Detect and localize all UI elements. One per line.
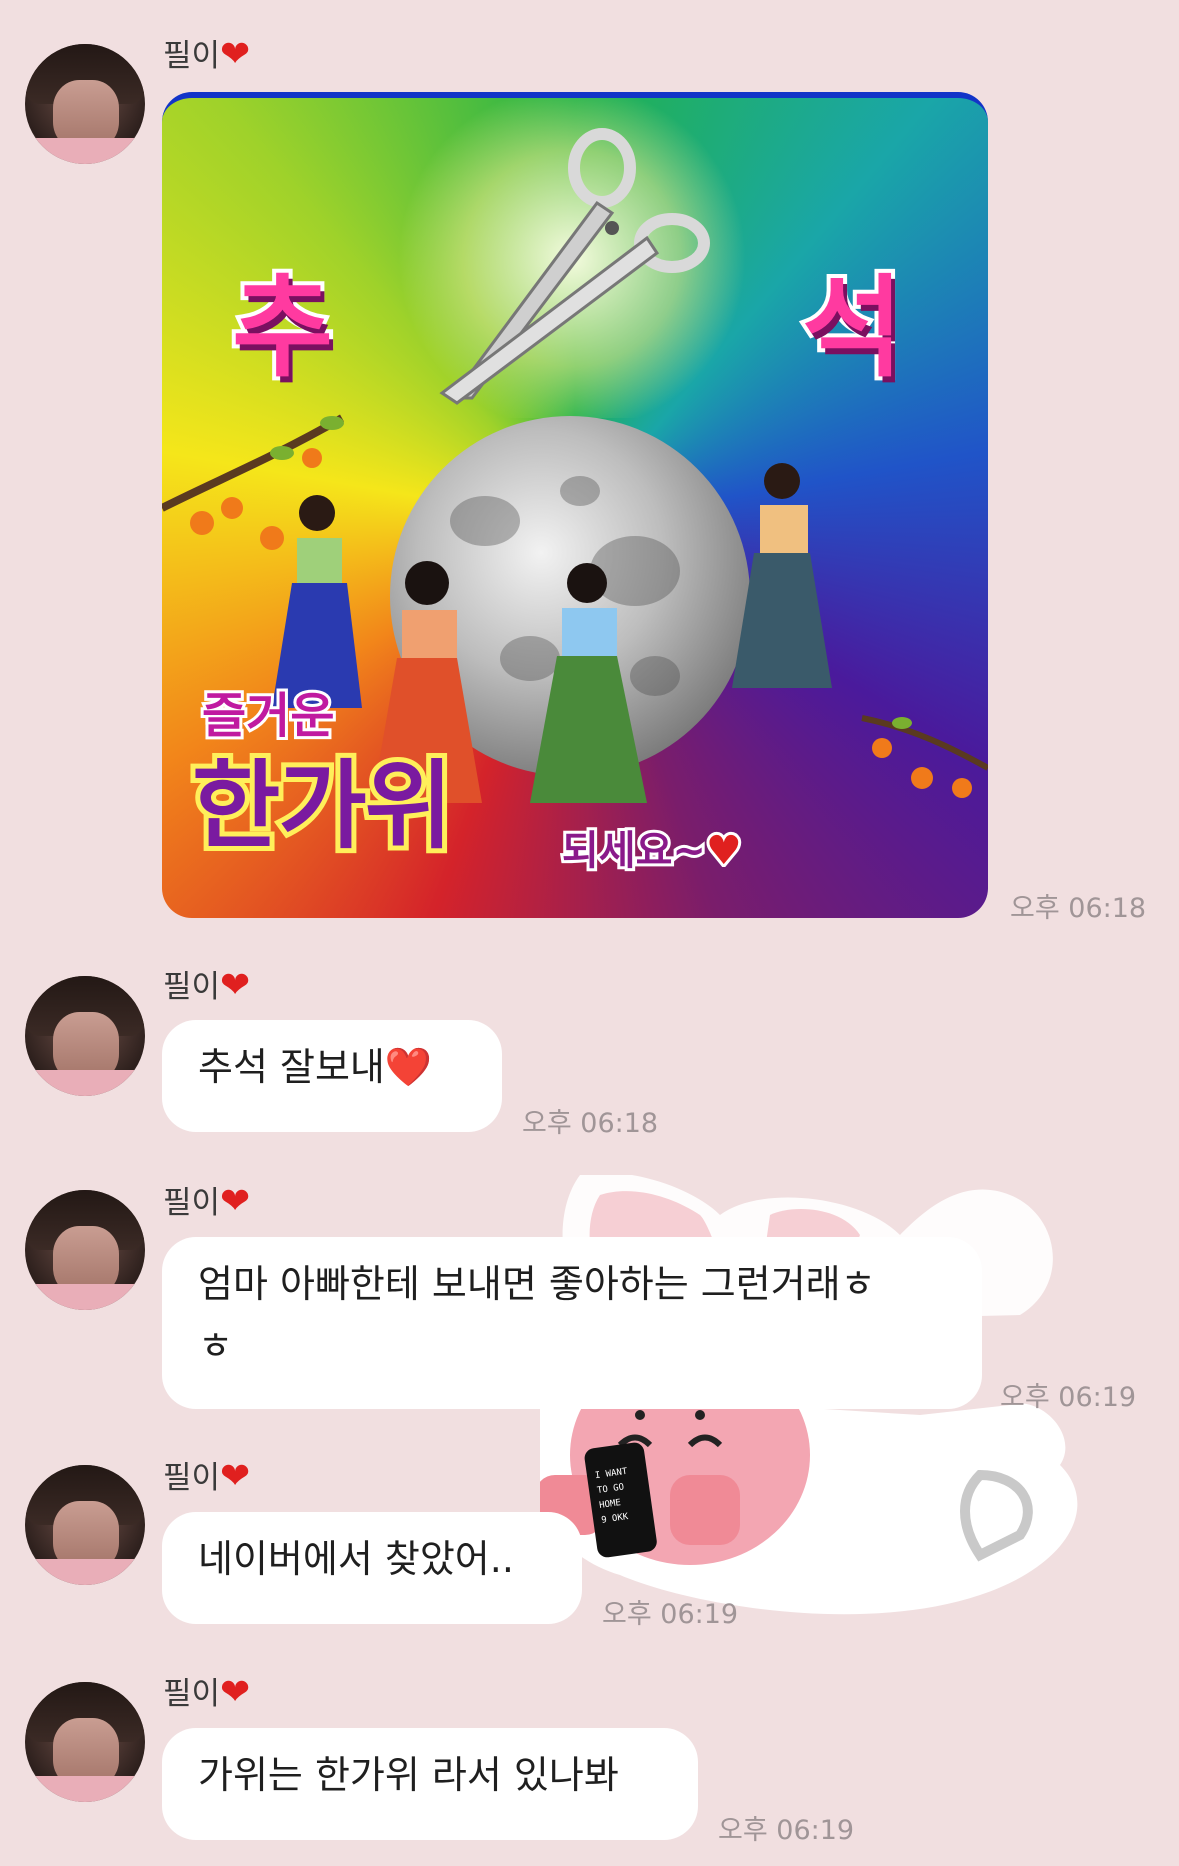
text-message-bubble[interactable]: 추석 잘보내❤️ (162, 1020, 502, 1132)
image-text-sub2: 한가위 (187, 745, 458, 867)
avatar[interactable] (25, 1190, 145, 1310)
timestamp: 오후 06:19 (1000, 1382, 1137, 1413)
sender-name: 필이❤ (163, 34, 251, 75)
timestamp: 오후 06:19 (602, 1599, 739, 1630)
avatar[interactable] (25, 976, 145, 1096)
image-text-right: 석 (798, 260, 907, 396)
persimmon-branch (162, 414, 344, 550)
sender-name: 필이❤ (163, 1456, 251, 1497)
text-message-bubble[interactable]: 가위는 한가위 라서 있나봐 (162, 1728, 698, 1840)
image-text-sub3: 되세요~♥ (559, 825, 745, 877)
dancer-figure (732, 463, 832, 688)
heart-icon: ❤ (220, 965, 251, 1006)
heart-icon: ❤ (220, 34, 251, 75)
image-text-left: 추 (228, 260, 337, 396)
image-message[interactable]: 추 석 즐거운 한가위 되세요~♥ (162, 92, 988, 918)
timestamp: 오후 06:19 (718, 1815, 855, 1846)
text-message-bubble[interactable]: 네이버에서 찾았어.. (162, 1512, 582, 1624)
avatar[interactable] (25, 1465, 145, 1585)
timestamp: 오후 06:18 (1010, 893, 1147, 924)
sender-name: 필이❤ (163, 1672, 251, 1713)
sender-name: 필이❤ (163, 965, 251, 1006)
sender-name: 필이❤ (163, 1181, 251, 1222)
heart-icon: ❤ (220, 1456, 251, 1497)
persimmon-branch (861, 715, 988, 798)
dancer-figure (530, 563, 647, 803)
avatar[interactable] (25, 44, 145, 164)
text-message-bubble[interactable]: 엄마 아빠한테 보내면 좋아하는 그런거래ㅎ ㅎ (162, 1237, 982, 1409)
avatar[interactable] (25, 1682, 145, 1802)
heart-icon: ❤ (220, 1672, 251, 1713)
scissors-icon (439, 128, 710, 405)
heart-icon: ❤ (220, 1181, 251, 1222)
timestamp: 오후 06:18 (522, 1108, 659, 1139)
